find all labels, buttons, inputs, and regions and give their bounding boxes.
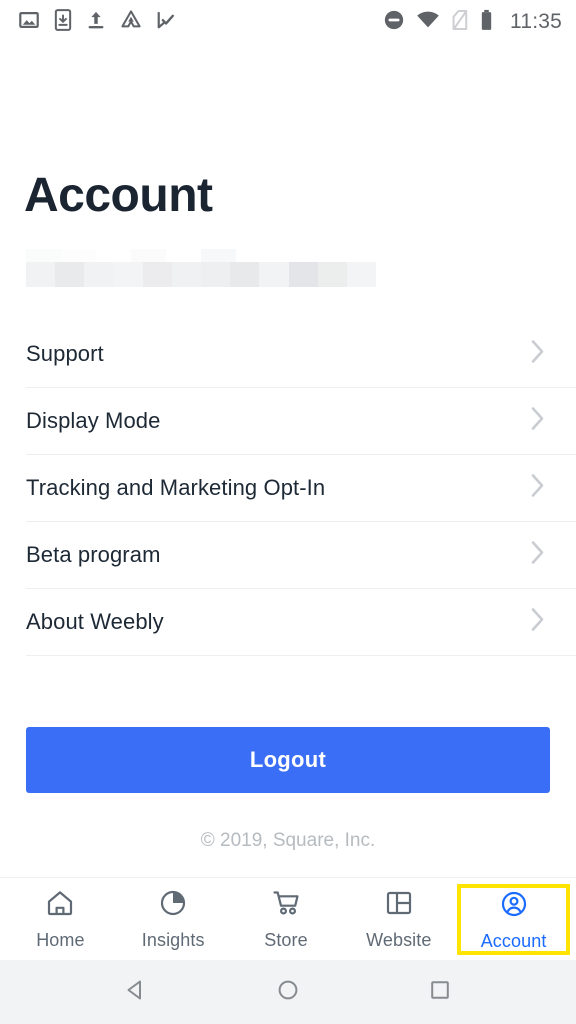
tab-home[interactable]: Home xyxy=(4,878,117,960)
layout-grid-icon xyxy=(383,887,415,924)
settings-row-tracking-opt-in[interactable]: Tracking and Marketing Opt-In xyxy=(0,455,576,521)
battery-icon xyxy=(480,9,493,36)
chevron-right-icon xyxy=(530,607,546,638)
shopping-cart-icon xyxy=(270,887,302,924)
chevron-right-icon xyxy=(530,473,546,504)
android-navigation-bar xyxy=(0,960,576,1024)
tab-label: Account xyxy=(480,930,547,951)
account-email-redacted xyxy=(26,249,377,287)
tasks-check-icon xyxy=(156,9,176,36)
account-circle-icon xyxy=(498,888,530,925)
tab-label: Website xyxy=(366,930,432,950)
recents-button[interactable] xyxy=(427,977,453,1008)
account-screen-content: Account Support Display Mode Tracking an… xyxy=(0,44,576,877)
settings-row-display-mode[interactable]: Display Mode xyxy=(0,388,576,454)
settings-row-label: Support xyxy=(26,341,104,366)
list-divider xyxy=(26,655,576,656)
circle-icon xyxy=(275,977,301,1008)
settings-row-label: Display Mode xyxy=(26,408,161,433)
status-bar: 11:35 xyxy=(0,0,576,44)
status-bar-left-icons xyxy=(18,8,176,36)
square-icon xyxy=(427,977,453,1008)
do-not-disturb-icon xyxy=(383,9,405,36)
tab-website[interactable]: Website xyxy=(342,878,455,960)
tab-label: Insights xyxy=(141,930,205,950)
settings-row-beta-program[interactable]: Beta program xyxy=(0,522,576,588)
status-bar-clock: 11:35 xyxy=(510,10,562,33)
settings-row-support[interactable]: Support xyxy=(0,321,576,387)
back-button[interactable] xyxy=(123,977,149,1008)
chevron-right-icon xyxy=(530,540,546,571)
phone-screen: 11:35 Account Support Display Mode Track… xyxy=(0,0,576,1024)
tab-label: Store xyxy=(264,930,308,950)
no-sim-icon xyxy=(451,9,469,36)
tab-account[interactable]: Account xyxy=(457,884,570,955)
settings-row-label: Beta program xyxy=(26,542,161,567)
tab-insights[interactable]: Insights xyxy=(117,878,230,960)
google-drive-icon xyxy=(120,9,142,36)
settings-row-label: About Weebly xyxy=(26,609,164,634)
upload-icon xyxy=(86,9,106,36)
home-icon xyxy=(44,887,76,924)
tab-store[interactable]: Store xyxy=(230,878,343,960)
settings-row-about-weebly[interactable]: About Weebly xyxy=(0,589,576,655)
settings-row-label: Tracking and Marketing Opt-In xyxy=(26,475,326,500)
wifi-icon xyxy=(416,10,440,35)
triangle-left-icon xyxy=(123,977,149,1008)
logout-button[interactable]: Logout xyxy=(26,727,550,793)
tab-label: Home xyxy=(36,930,85,950)
image-icon xyxy=(18,9,40,36)
app-download-icon xyxy=(54,8,72,36)
page-title: Account xyxy=(24,169,213,222)
status-bar-right-icons: 11:35 xyxy=(383,9,562,36)
bottom-tab-bar: Home Insights Store Website Account xyxy=(0,877,576,960)
pie-chart-icon xyxy=(157,887,189,924)
copyright-text: © 2019, Square, Inc. xyxy=(200,830,376,851)
settings-list: Support Display Mode Tracking and Market… xyxy=(0,321,576,656)
home-button[interactable] xyxy=(275,977,301,1008)
chevron-right-icon xyxy=(530,339,546,370)
chevron-right-icon xyxy=(530,406,546,437)
